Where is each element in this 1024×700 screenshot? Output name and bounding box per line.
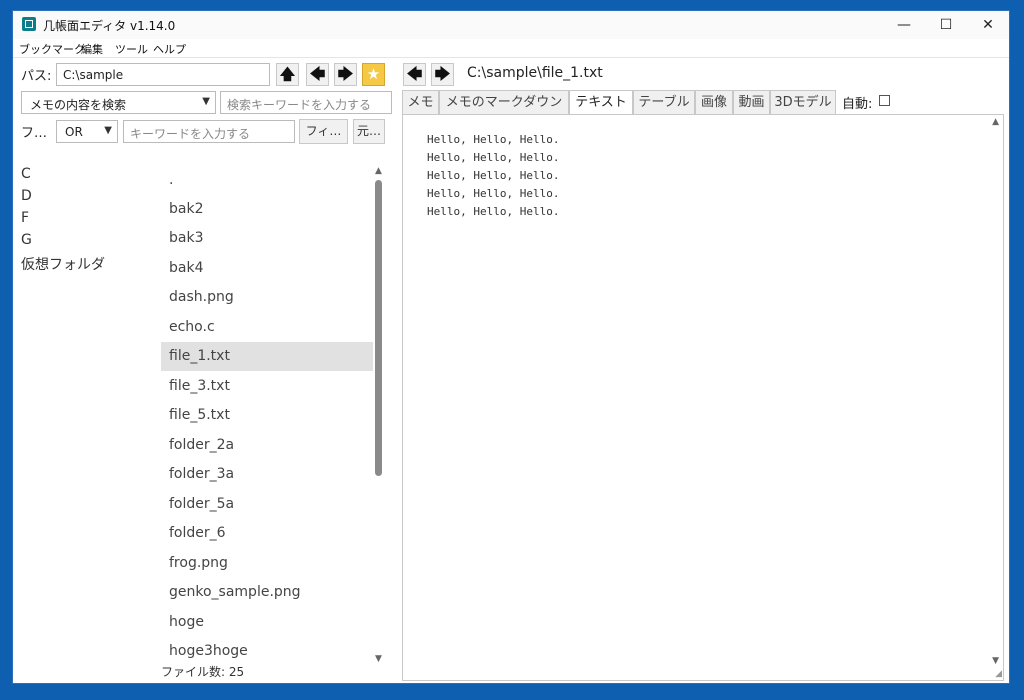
- filter-operator-select[interactable]: OR ▼: [56, 120, 118, 143]
- scroll-up-icon[interactable]: ▲: [992, 117, 999, 127]
- file-list-item[interactable]: file_3.txt: [161, 372, 373, 401]
- tab-text[interactable]: テキスト: [569, 90, 633, 115]
- filter-label: フ…: [21, 126, 48, 141]
- app-window: 几帳面エディタ v1.14.0 — ☐ ✕ ブックマーク 編集 ツール ヘルプ …: [12, 10, 1010, 684]
- file-list-item[interactable]: hoge: [161, 608, 373, 637]
- menu-edit[interactable]: 編集: [81, 41, 103, 57]
- scroll-down-icon[interactable]: ▼: [373, 654, 384, 664]
- file-list-item[interactable]: echo.c: [161, 313, 373, 342]
- back-arrow-icon[interactable]: 🡄: [403, 63, 426, 86]
- scrollbar-thumb[interactable]: [375, 180, 382, 476]
- file-list-item[interactable]: folder_6: [161, 519, 373, 548]
- menu-bookmark[interactable]: ブックマーク: [19, 41, 85, 57]
- tab-memo[interactable]: メモ: [402, 90, 439, 115]
- up-arrow-icon[interactable]: 🡅: [276, 63, 299, 86]
- file-list: . bak2 bak3 bak4 dash.png echo.c file_1.…: [161, 166, 373, 666]
- file-list-item[interactable]: .: [161, 166, 373, 195]
- search-input[interactable]: 検索キーワードを入力する: [220, 91, 392, 114]
- keyword-input[interactable]: キーワードを入力する: [123, 120, 295, 143]
- app-icon: [22, 17, 36, 31]
- file-list-item[interactable]: frog.png: [161, 549, 373, 578]
- back-arrow-icon[interactable]: 🡄: [306, 63, 329, 86]
- forward-arrow-icon[interactable]: 🡆: [431, 63, 454, 86]
- text-line: Hello, Hello, Hello.: [427, 151, 560, 164]
- tab-table[interactable]: テーブル: [633, 90, 695, 115]
- file-list-item-selected[interactable]: file_1.txt: [161, 342, 373, 371]
- file-list-item[interactable]: folder_5a: [161, 490, 373, 519]
- window-title: 几帳面エディタ v1.14.0: [43, 19, 176, 33]
- drive-item-d[interactable]: D: [21, 188, 32, 204]
- file-list-item[interactable]: file_5.txt: [161, 401, 373, 430]
- tab-memo-markdown[interactable]: メモのマークダウン: [439, 90, 569, 115]
- restore-button[interactable]: 元…: [353, 119, 385, 144]
- text-line: Hello, Hello, Hello.: [427, 205, 560, 218]
- path-input[interactable]: C:\sample: [56, 63, 270, 86]
- file-count: ファイル数: 25: [161, 665, 245, 679]
- path-label: パス:: [21, 69, 52, 84]
- title-bar: 几帳面エディタ v1.14.0 — ☐ ✕: [13, 11, 1009, 39]
- search-mode-select[interactable]: メモの内容を検索 ▼: [21, 91, 216, 114]
- file-list-item[interactable]: bak2: [161, 195, 373, 224]
- close-button[interactable]: ✕: [967, 11, 1009, 39]
- search-mode-value: メモの内容を検索: [30, 98, 127, 112]
- chevron-down-icon: ▼: [202, 96, 210, 107]
- file-list-item[interactable]: bak4: [161, 254, 373, 283]
- forward-arrow-icon[interactable]: 🡆: [334, 63, 357, 86]
- file-list-scrollbar[interactable]: ▲ ▼: [373, 166, 384, 666]
- text-line: Hello, Hello, Hello.: [427, 187, 560, 200]
- tab-3d-model[interactable]: 3Dモデル: [770, 90, 836, 115]
- text-viewer[interactable]: Hello, Hello, Hello. Hello, Hello, Hello…: [402, 114, 1004, 681]
- file-list-item[interactable]: bak3: [161, 224, 373, 253]
- menu-help[interactable]: ヘルプ: [153, 41, 186, 57]
- drive-item-g[interactable]: G: [21, 232, 32, 248]
- current-file-path: C:\sample\file_1.txt: [467, 65, 603, 81]
- auto-checkbox[interactable]: [879, 95, 890, 106]
- tab-video[interactable]: 動画: [733, 90, 770, 115]
- text-line: Hello, Hello, Hello.: [427, 169, 560, 182]
- menu-bar: ブックマーク 編集 ツール ヘルプ: [13, 39, 1009, 57]
- drive-item-f[interactable]: F: [21, 210, 29, 226]
- filter-operator-value: OR: [65, 125, 83, 139]
- scroll-up-icon[interactable]: ▲: [373, 166, 384, 176]
- file-list-item[interactable]: dash.png: [161, 283, 373, 312]
- auto-label: 自動:: [842, 97, 873, 112]
- chevron-down-icon: ▼: [104, 125, 112, 136]
- maximize-button[interactable]: ☐: [925, 11, 967, 39]
- file-list-item[interactable]: genko_sample.png: [161, 578, 373, 607]
- menu-tools[interactable]: ツール: [115, 41, 148, 57]
- minimize-button[interactable]: —: [883, 11, 925, 39]
- file-list-item[interactable]: hoge3hoge: [161, 637, 373, 666]
- file-list-item[interactable]: folder_2a: [161, 431, 373, 460]
- star-icon[interactable]: ★: [362, 63, 385, 86]
- drive-item-virtual-folder[interactable]: 仮想フォルダ: [21, 254, 105, 274]
- file-list-item[interactable]: folder_3a: [161, 460, 373, 489]
- scroll-down-icon[interactable]: ▼: [992, 656, 999, 666]
- text-line: Hello, Hello, Hello.: [427, 133, 560, 146]
- drive-item-c[interactable]: C: [21, 166, 31, 182]
- tab-image[interactable]: 画像: [695, 90, 733, 115]
- menu-separator: [13, 57, 1009, 58]
- resize-grip-icon[interactable]: ◢: [995, 669, 1002, 679]
- filter-button[interactable]: フィ…: [299, 119, 348, 144]
